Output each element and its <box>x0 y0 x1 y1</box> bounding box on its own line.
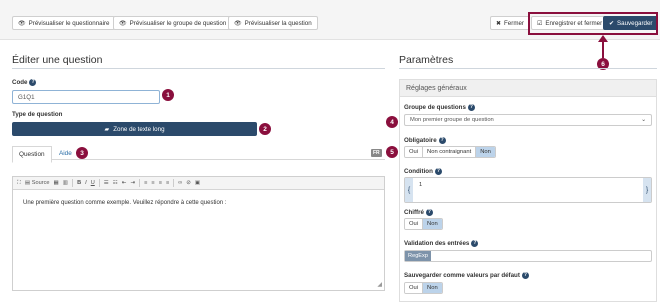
preview-survey-button[interactable]: 👁 Prévisualiser le questionnaire <box>12 16 116 30</box>
annotation-badge-5: 5 <box>386 146 398 158</box>
encrypted-no-option[interactable]: Non <box>423 219 442 229</box>
validation-input[interactable]: RegExp <box>404 250 652 262</box>
encrypted-label: Chiffré? <box>404 209 433 217</box>
folder-icon: ▰ <box>104 125 110 133</box>
underline-icon[interactable]: U <box>91 180 95 186</box>
divider <box>72 179 74 187</box>
eye-icon: 👁 <box>18 20 26 27</box>
save-default-toggle: Oui Non <box>404 282 443 294</box>
help-icon[interactable]: ? <box>467 104 475 111</box>
align-right-icon[interactable]: ≡ <box>159 180 162 186</box>
maximize-icon[interactable]: ⛶ <box>17 180 21 187</box>
encrypted-toggle: Oui Non <box>404 218 443 230</box>
condition-value: 1 <box>419 182 423 188</box>
save-default-no-option[interactable]: Non <box>423 283 442 293</box>
eye-icon: 👁 <box>234 20 242 27</box>
expression-open-icon: { <box>405 178 413 202</box>
link-icon[interactable]: ∞ <box>178 180 182 186</box>
condition-label: Condition? <box>404 168 442 176</box>
code-label: Code? <box>12 79 37 87</box>
save-actions-highlight <box>528 12 658 35</box>
save-default-label: Sauvegarder comme valeurs par défaut? <box>404 272 529 280</box>
help-icon[interactable]: ? <box>521 272 529 279</box>
condition-editor[interactable]: { 1 } <box>404 177 652 203</box>
help-icon[interactable]: ? <box>434 168 442 175</box>
bold-icon[interactable]: B <box>77 180 81 186</box>
justify-icon[interactable]: ≡ <box>166 180 169 186</box>
paste-icon[interactable]: ▦ <box>54 180 59 186</box>
help-icon[interactable]: ? <box>471 240 479 247</box>
mandatory-no-option[interactable]: Non <box>476 147 495 157</box>
annotation-badge-2: 2 <box>259 123 271 135</box>
italic-icon[interactable]: I <box>85 180 87 186</box>
help-icon[interactable]: ? <box>425 209 433 216</box>
mandatory-toggle: Oui Non contraignant Non <box>404 146 496 158</box>
editor-toolbar: ⛶ ▤ Source ▦ ▥ B I U ☰ ☷ ⇤ ⇥ ≡ ≡ ≡ ≡ ∞ ⊘… <box>13 177 384 190</box>
edit-question-title: Éditer une question <box>12 54 103 66</box>
divider <box>98 179 100 187</box>
bullet-list-icon[interactable]: ☷ <box>113 180 118 186</box>
mandatory-soft-option[interactable]: Non contraignant <box>423 147 477 157</box>
image-icon[interactable]: ▣ <box>195 180 200 186</box>
tab-question[interactable]: Question <box>12 146 52 163</box>
divider <box>139 179 141 187</box>
panel-header[interactable]: Réglages généraux <box>400 80 656 97</box>
language-badge[interactable]: FR <box>371 149 382 157</box>
table-icon[interactable]: ▥ <box>63 180 68 186</box>
divider <box>399 68 657 69</box>
rich-text-editor[interactable]: ⛶ ▤ Source ▦ ▥ B I U ☰ ☷ ⇤ ⇥ ≡ ≡ ≡ ≡ ∞ ⊘… <box>12 176 385 291</box>
question-type-button[interactable]: ▰ Zone de texte long <box>12 122 257 136</box>
align-left-icon[interactable]: ≡ <box>144 180 147 186</box>
question-group-label: Groupe de questions? <box>404 104 475 112</box>
parameters-title: Paramètres <box>399 54 454 66</box>
eye-icon: 👁 <box>119 20 127 27</box>
resize-grip-icon[interactable]: ◢ <box>377 281 382 288</box>
question-group-select[interactable]: Mon premier groupe de question ⌄ <box>404 114 652 126</box>
outdent-icon[interactable]: ⇤ <box>122 180 127 186</box>
close-icon: ✖ <box>496 20 502 27</box>
save-default-yes-option[interactable]: Oui <box>405 283 424 293</box>
arrow-up-icon <box>598 35 608 58</box>
mandatory-yes-option[interactable]: Oui <box>405 147 424 157</box>
encrypted-yes-option[interactable]: Oui <box>405 219 424 229</box>
numbered-list-icon[interactable]: ☰ <box>104 180 109 186</box>
input-validation-label: Validation des entrées? <box>404 240 479 248</box>
chevron-down-icon: ⌄ <box>641 117 646 123</box>
unlink-icon[interactable]: ⊘ <box>186 180 191 186</box>
editor-content[interactable]: Une première question comme exemple. Veu… <box>23 200 226 206</box>
mandatory-label: Obligatoire? <box>404 137 446 145</box>
tab-help[interactable]: Aide <box>53 146 78 161</box>
help-icon[interactable]: ? <box>438 137 446 144</box>
divider <box>12 68 385 69</box>
expression-close-icon: } <box>643 178 651 202</box>
preview-question-button[interactable]: 👁 Prévisualiser la question <box>228 16 318 30</box>
divider <box>173 179 175 187</box>
help-icon[interactable]: ? <box>29 79 37 86</box>
close-button[interactable]: ✖ Fermer <box>490 16 530 30</box>
regexp-tag: RegExp <box>405 251 431 261</box>
annotation-badge-3: 3 <box>76 147 88 159</box>
align-center-icon[interactable]: ≡ <box>151 180 154 186</box>
annotation-badge-4: 4 <box>386 116 398 128</box>
preview-group-button[interactable]: 👁 Prévisualiser le groupe de question <box>113 16 233 30</box>
code-input[interactable]: G1Q1 <box>12 90 160 104</box>
source-button[interactable]: ▤ Source <box>25 180 50 186</box>
question-type-label: Type de question <box>12 111 63 118</box>
annotation-badge-1: 1 <box>162 89 174 101</box>
indent-icon[interactable]: ⇥ <box>130 180 135 186</box>
